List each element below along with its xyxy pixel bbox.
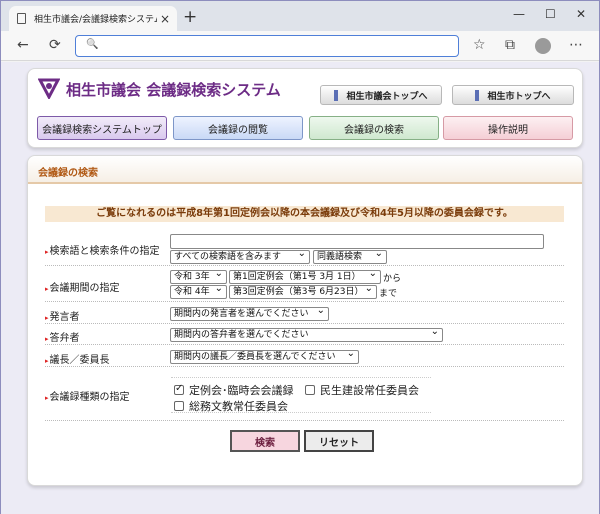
answerer-label: 答弁者 <box>45 329 80 344</box>
general-affairs-committee-checkbox[interactable] <box>174 401 184 411</box>
speaker-select[interactable]: 期間内の発言者を選んでください <box>170 307 329 321</box>
council-top-link[interactable]: 相生市議会トップへ <box>320 85 442 105</box>
tab-close-icon[interactable]: × <box>157 12 173 26</box>
welfare-committee-checkbox[interactable] <box>305 385 315 395</box>
profile-avatar-icon[interactable] <box>535 38 551 54</box>
answerer-select[interactable]: 期間内の答弁者を選んでください <box>170 328 443 342</box>
general-affairs-committee-label[interactable]: 総務文教常任委員会 <box>189 398 288 414</box>
speaker-label: 発言者 <box>45 308 80 323</box>
chair-row: 議長／委員長 期間内の議長／委員長を選んでください <box>45 345 564 367</box>
link-marker-icon <box>475 89 480 101</box>
answerer-row: 答弁者 期間内の答弁者を選んでください <box>45 324 564 345</box>
city-emblem-icon <box>38 78 60 99</box>
tab-strip: 相生市議会/会議録検索システム × + — ☐ ✕ <box>1 1 599 31</box>
collections-icon[interactable]: ⧉ <box>505 37 515 53</box>
reset-button[interactable]: リセット <box>304 430 374 452</box>
maximize-icon[interactable]: ☐ <box>545 7 556 21</box>
period-row: 会議期間の指定 令和 3年 第1回定例会（第1号 3月 1日） から 令和 4年… <box>45 268 564 302</box>
site-header: 相生市議会 会議録検索システム 相生市議会トップへ 相生市トップへ 会議録検索シ… <box>27 68 583 148</box>
from-session-select[interactable]: 第1回定例会（第1号 3月 1日） <box>229 270 381 284</box>
keyword-mode-select[interactable]: すべての検索語を含みます <box>170 250 310 264</box>
back-arrow-icon[interactable]: ← <box>17 37 29 53</box>
synonym-mode-select[interactable]: 同義語検索 <box>313 250 387 264</box>
browser-window: 相生市議会/会議録検索システム × + — ☐ ✕ ← ⟳ 🔍 ☆ ⧉ ⋯ 相生… <box>0 0 600 514</box>
period-label: 会議期間の指定 <box>45 279 120 294</box>
search-button[interactable]: 検索 <box>230 430 300 452</box>
panel-title: 会議録の検索 <box>28 156 582 184</box>
more-menu-icon[interactable]: ⋯ <box>569 37 583 53</box>
to-session-select[interactable]: 第3回定例会（第3号 6月23日） <box>229 285 377 299</box>
to-suffix: まで <box>379 289 398 299</box>
keyword-input[interactable] <box>170 234 544 249</box>
nav-help[interactable]: 操作説明 <box>443 116 573 140</box>
reload-icon[interactable]: ⟳ <box>49 37 61 53</box>
favorites-star-icon[interactable]: ☆ <box>473 37 486 53</box>
nav-browse[interactable]: 会議録の閲覧 <box>173 116 303 140</box>
nav-system-top[interactable]: 会議録検索システムトップ <box>37 116 167 140</box>
council-top-label: 相生市議会トップへ <box>346 91 428 102</box>
to-year-select[interactable]: 令和 4年 <box>170 285 227 299</box>
search-icon: 🔍 <box>86 39 99 50</box>
meeting-type-label: 会議録種類の指定 <box>45 388 130 403</box>
city-top-link[interactable]: 相生市トップへ <box>452 85 574 105</box>
chair-select[interactable]: 期間内の議長／委員長を選んでください <box>170 350 359 364</box>
keyword-row: 検索語と検索条件の指定 すべての検索語を含みます 同義語検索 <box>45 232 564 266</box>
browser-toolbar: ← ⟳ 🔍 ☆ ⧉ ⋯ <box>1 31 599 61</box>
nav-search[interactable]: 会議録の検索 <box>309 116 439 140</box>
speaker-row: 発言者 期間内の発言者を選んでください <box>45 304 564 324</box>
search-panel: 会議録の検索 ご覧になれるのは平成8年第1回定例会以降の本会議録及び令和4年5月… <box>27 155 583 486</box>
city-top-label: 相生市トップへ <box>487 91 551 102</box>
panel-title-text: 会議録の検索 <box>38 168 98 179</box>
window-close-icon[interactable]: ✕ <box>576 7 586 21</box>
page-icon <box>17 13 26 24</box>
keyword-label: 検索語と検索条件の指定 <box>45 242 160 257</box>
from-suffix: から <box>383 274 402 284</box>
meeting-type-options: 定例会･臨時会会議録 民生建設常任委員会 総務文教常任委員会 <box>171 377 431 413</box>
regular-session-label[interactable]: 定例会･臨時会会議録 <box>189 382 294 398</box>
address-bar[interactable]: 🔍 <box>75 35 459 57</box>
chair-label: 議長／委員長 <box>45 351 110 366</box>
from-year-select[interactable]: 令和 3年 <box>170 270 227 284</box>
availability-notice: ご覧になれるのは平成8年第1回定例会以降の本会議録及び令和4年5月以降の委員会録… <box>45 206 564 222</box>
browser-tab[interactable]: 相生市議会/会議録検索システム × <box>9 6 177 31</box>
regular-session-checkbox[interactable] <box>174 383 184 395</box>
minimize-icon[interactable]: — <box>513 7 525 21</box>
page-content: 相生市議会 会議録検索システム 相生市議会トップへ 相生市トップへ 会議録検索シ… <box>1 62 599 514</box>
new-tab-icon[interactable]: + <box>183 7 197 27</box>
welfare-committee-label[interactable]: 民生建設常任委員会 <box>320 382 419 398</box>
link-marker-icon <box>334 89 339 101</box>
tab-title: 相生市議会/会議録検索システム <box>34 15 157 25</box>
site-title: 相生市議会 会議録検索システム <box>66 81 281 99</box>
meeting-type-row: 会議録種類の指定 定例会･臨時会会議録 民生建設常任委員会 総務文教常任委員会 <box>45 367 564 421</box>
